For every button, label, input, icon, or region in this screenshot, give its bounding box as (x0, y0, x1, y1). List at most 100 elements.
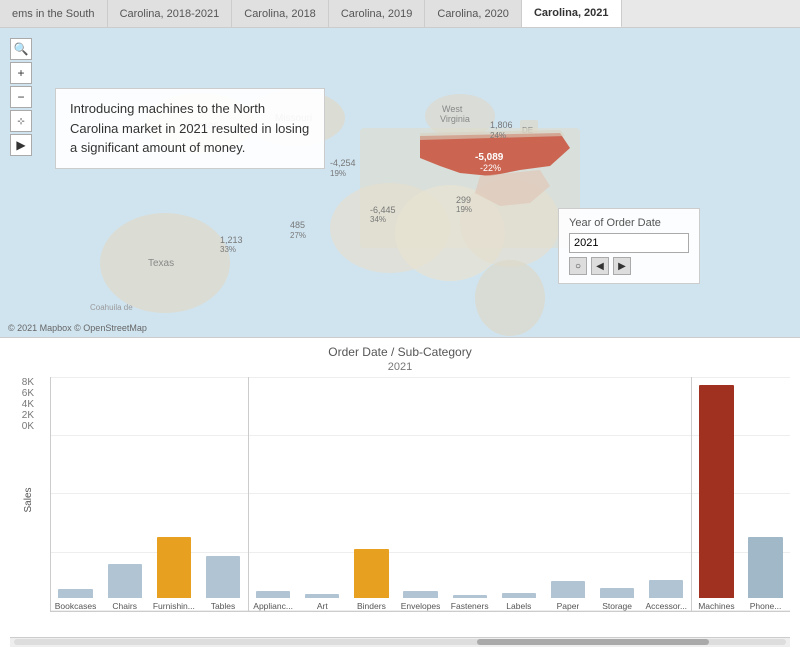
bar-label: Envelopes (401, 601, 441, 611)
bar-label: Art (317, 601, 328, 611)
svg-text:-6,445: -6,445 (370, 205, 396, 215)
main-content: Kansas Missouri West Virginia DE Texas (0, 28, 800, 649)
bar-furnishin[interactable] (157, 537, 191, 598)
tab-2019[interactable]: Carolina, 2019 (329, 0, 426, 28)
bar-chairs[interactable] (108, 564, 142, 598)
svg-text:-5,089: -5,089 (475, 152, 504, 163)
chart-subtitle: 2021 (10, 361, 790, 373)
bar-binders[interactable] (354, 549, 388, 598)
tab-2018[interactable]: Carolina, 2018 (232, 0, 329, 28)
svg-text:Virginia: Virginia (440, 114, 470, 124)
svg-text:33%: 33% (220, 245, 236, 254)
bar-accessor[interactable] (649, 580, 683, 598)
svg-text:19%: 19% (456, 205, 472, 214)
bar-group[interactable]: Labels (494, 377, 543, 611)
bar-label: Fasteners (451, 601, 489, 611)
bar-label: Furnishin... (153, 601, 195, 611)
map-controls: 🔍 + − ⊹ ▶ (10, 38, 32, 156)
bar-group[interactable]: Storage (593, 377, 642, 611)
map-background: Kansas Missouri West Virginia DE Texas (0, 28, 800, 338)
bar-label: Binders (357, 601, 386, 611)
tab-2018-2021[interactable]: Carolina, 2018-2021 (108, 0, 233, 28)
bar-group[interactable]: Paper (543, 377, 592, 611)
annotation-box: Introducing machines to the North Caroli… (55, 88, 325, 169)
bar-fasteners[interactable] (453, 595, 487, 598)
chart-area: Sales 0K 2K 4K 6K 8K BookcasesCh (10, 377, 790, 637)
bar-group[interactable]: Fasteners (445, 377, 494, 611)
svg-text:1,806: 1,806 (490, 120, 513, 130)
bar-label: Applianc... (253, 601, 293, 611)
tab-south[interactable]: ems in the South (0, 0, 108, 28)
pan-button[interactable]: ▶ (10, 134, 32, 156)
svg-text:Texas: Texas (148, 258, 174, 269)
bar-tables[interactable] (206, 556, 240, 598)
scrollbar-bottom (10, 637, 790, 647)
bar-label: Machines (698, 601, 734, 611)
tab-bar: ems in the South Carolina, 2018-2021 Car… (0, 0, 800, 28)
year-filter-label: Year of Order Date (569, 217, 689, 229)
bar-phone[interactable] (748, 537, 782, 598)
chart-title: Order Date / Sub-Category (10, 344, 790, 361)
bar-art[interactable] (305, 594, 339, 598)
bar-group[interactable]: Chairs (100, 377, 149, 611)
bar-label: Chairs (112, 601, 137, 611)
zoom-in-button[interactable]: + (10, 62, 32, 84)
bar-label: Storage (602, 601, 632, 611)
bar-group[interactable]: Bookcases (51, 377, 100, 611)
svg-text:-4,254: -4,254 (330, 158, 356, 168)
tab-2020[interactable]: Carolina, 2020 (425, 0, 522, 28)
svg-text:27%: 27% (290, 231, 306, 240)
category-divider-office (691, 377, 692, 611)
svg-text:-22%: -22% (480, 163, 501, 173)
bar-group[interactable]: Accessor... (642, 377, 691, 611)
map-section: Kansas Missouri West Virginia DE Texas (0, 28, 800, 338)
svg-text:34%: 34% (370, 215, 386, 224)
bar-group[interactable]: Applianc... (249, 377, 298, 611)
bar-group[interactable]: Binders (347, 377, 396, 611)
y-axis: 0K 2K 4K 6K 8K (10, 377, 40, 456)
bar-label: Accessor... (645, 601, 687, 611)
bar-label: Bookcases (55, 601, 97, 611)
annotation-text: Introducing machines to the North Caroli… (70, 101, 309, 155)
svg-text:299: 299 (456, 195, 471, 205)
svg-text:1,213: 1,213 (220, 235, 243, 245)
prev-year-button[interactable]: ◀ (591, 257, 609, 275)
svg-text:Coahuila de: Coahuila de (90, 303, 133, 312)
bar-group[interactable]: Envelopes (396, 377, 445, 611)
slider-left-button[interactable]: ○ (569, 257, 587, 275)
zoom-out-button[interactable]: − (10, 86, 32, 108)
svg-text:19%: 19% (330, 169, 346, 178)
year-filter: Year of Order Date ○ ◀ ▶ (558, 208, 700, 284)
bar-group[interactable]: Tables (198, 377, 247, 611)
year-input[interactable] (569, 233, 689, 253)
bar-group[interactable]: Art (298, 377, 347, 611)
bar-label: Labels (506, 601, 531, 611)
scroll-thumb[interactable] (477, 639, 709, 645)
scroll-track[interactable] (14, 639, 786, 645)
svg-text:West: West (442, 104, 463, 114)
svg-text:485: 485 (290, 220, 305, 230)
bar-machines[interactable] (699, 385, 733, 598)
bar-labels[interactable] (502, 593, 536, 598)
category-divider-furniture (248, 377, 249, 611)
bar-applianc[interactable] (256, 591, 290, 598)
bar-envelopes[interactable] (403, 591, 437, 598)
bars-container: Bookcases Chairs Furnishin... Tables Applian… (50, 377, 790, 612)
bar-label: Paper (557, 601, 580, 611)
tab-2021[interactable]: Carolina, 2021 (522, 0, 622, 28)
chart-section: Order Date / Sub-Category 2021 Sales 0K … (0, 338, 800, 649)
map-copyright: © 2021 Mapbox © OpenStreetMap (8, 323, 147, 333)
bar-storage[interactable] (600, 588, 634, 598)
svg-text:24%: 24% (490, 131, 506, 140)
bar-group[interactable]: Furnishin... (149, 377, 198, 611)
bar-bookcases[interactable] (58, 589, 92, 598)
next-year-button[interactable]: ▶ (613, 257, 631, 275)
select-tool-button[interactable]: ⊹ (10, 110, 32, 132)
search-map-button[interactable]: 🔍 (10, 38, 32, 60)
bar-group[interactable]: Phone... (741, 377, 790, 611)
bar-paper[interactable] (551, 581, 585, 598)
bar-group[interactable]: Machines (692, 377, 741, 611)
y-axis-label: Sales (23, 487, 34, 512)
bar-label: Phone... (750, 601, 782, 611)
bar-label: Tables (211, 601, 236, 611)
